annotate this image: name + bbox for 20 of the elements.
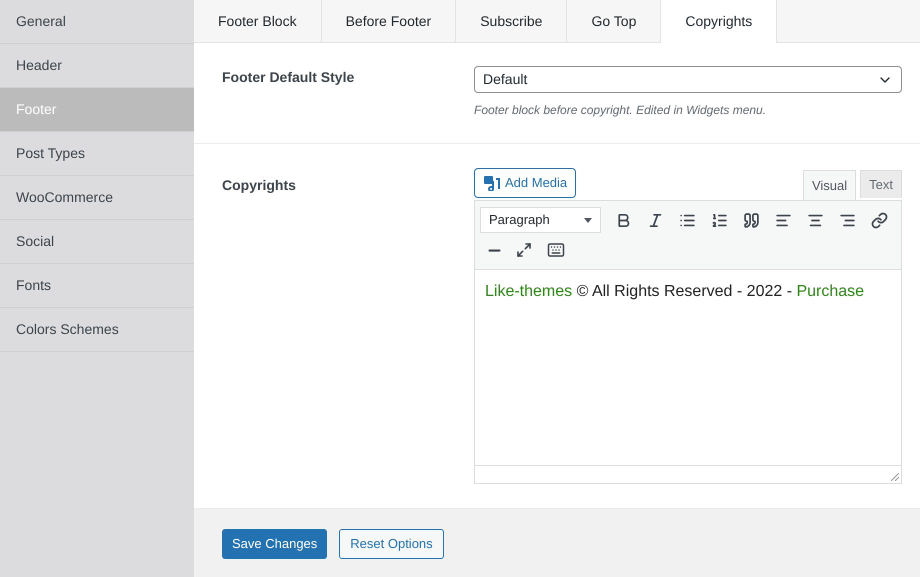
save-button[interactable]: Save Changes (222, 529, 328, 559)
text-link[interactable]: Like-themes (485, 283, 572, 300)
text-link[interactable]: Purchase (796, 283, 864, 300)
resize-handle-icon[interactable] (891, 473, 899, 481)
tab[interactable]: Subscribe (456, 0, 568, 42)
field-label: Copyrights (222, 176, 297, 195)
copyright-text: Like-themes © All Rights Reserved - 2022 - Purchase (485, 282, 866, 302)
editor-tab[interactable]: Visual (802, 170, 856, 200)
media-icon (483, 175, 501, 191)
field-description: Footer block before copyright. Edited in Widgets menu. (474, 102, 768, 119)
format-select[interactable]: Paragraph (480, 207, 601, 233)
caret-icon (584, 218, 592, 222)
tab[interactable]: Footer Block (194, 0, 322, 42)
reset-button[interactable]: Reset Options (339, 529, 444, 559)
tab[interactable]: Before Footer (322, 0, 456, 42)
tab[interactable]: Copyrights (661, 0, 778, 43)
add-media-button[interactable]: Add Media (474, 168, 576, 198)
editor-tab[interactable]: Text (860, 170, 902, 198)
style-select[interactable]: Default (474, 66, 902, 93)
field-label: Footer Default Style (222, 68, 356, 87)
